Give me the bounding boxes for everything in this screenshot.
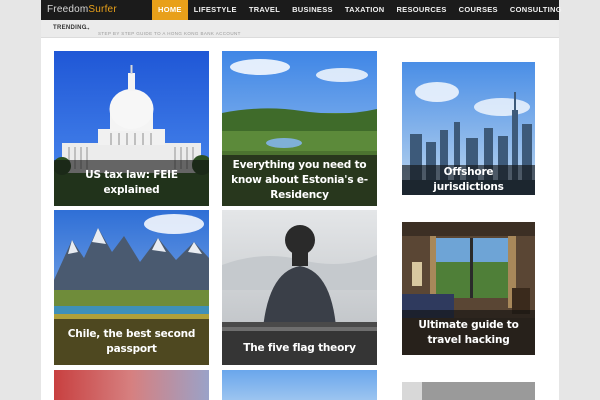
gray-image [402,382,535,400]
main-nav: HOME LIFESTYLE TRAVEL BUSINESS TAXATION … [152,0,568,20]
nav-home[interactable]: HOME [152,0,188,20]
card-title[interactable]: The five flag theory [243,341,356,356]
article-card-five-flag[interactable]: The five flag theory [222,210,377,365]
nav-business[interactable]: BUSINESS [286,0,339,20]
card-caption: Offshore jurisdictions [402,165,535,195]
site-logo[interactable]: FreedomSurfer [47,4,117,16]
logo-part1: Freedom [47,4,89,15]
nav-travel[interactable]: TRAVEL [243,0,286,20]
article-card-us-tax[interactable]: US tax law: FEIE explained [54,51,209,206]
card-caption: Ultimate guide to travel hacking [402,310,535,355]
card-title[interactable]: US tax law: FEIE explained [60,168,203,198]
card-caption: US tax law: FEIE explained [54,160,209,206]
top-navbar: FreedomSurfer HOME LIFESTYLE TRAVEL BUSI… [41,0,562,20]
nav-courses[interactable]: COURSES [453,0,504,20]
card-title[interactable]: Everything you need to know about Estoni… [228,158,371,203]
nav-lifestyle[interactable]: LIFESTYLE [188,0,243,20]
article-card-chile[interactable]: Chile, the best second passport [54,210,209,365]
trending-arrow-icon: → [83,23,91,32]
article-card-estonia[interactable]: Everything you need to know about Estoni… [222,51,377,206]
card-title[interactable]: Ultimate guide to travel hacking [408,318,529,348]
trending-link[interactable]: STEP BY STEP GUIDE TO A HONG KONG BANK A… [98,31,241,36]
article-card-partial-2[interactable] [222,370,377,400]
nav-resources[interactable]: RESOURCES [390,0,452,20]
trending-bar: TRENDING → STEP BY STEP GUIDE TO A HONG … [41,20,559,38]
logo-part2: Surfer [88,4,117,15]
card-caption: Everything you need to know about Estoni… [222,155,377,206]
card-title[interactable]: Offshore jurisdictions [408,165,529,195]
article-card-travel-hacking[interactable]: Ultimate guide to travel hacking [402,222,535,355]
trending-label: TRENDING [53,25,87,31]
nav-taxation[interactable]: TAXATION [339,0,391,20]
article-card-partial-3[interactable] [402,382,535,400]
card-caption: Chile, the best second passport [54,319,209,365]
nav-consulting[interactable]: CONSULTING [504,0,568,20]
article-card-offshore[interactable]: Offshore jurisdictions [402,62,535,195]
article-card-partial-1[interactable] [54,370,209,400]
sky-image [222,370,377,400]
sunset-image [54,370,209,400]
card-caption: The five flag theory [222,331,377,365]
card-title[interactable]: Chile, the best second passport [60,327,203,357]
